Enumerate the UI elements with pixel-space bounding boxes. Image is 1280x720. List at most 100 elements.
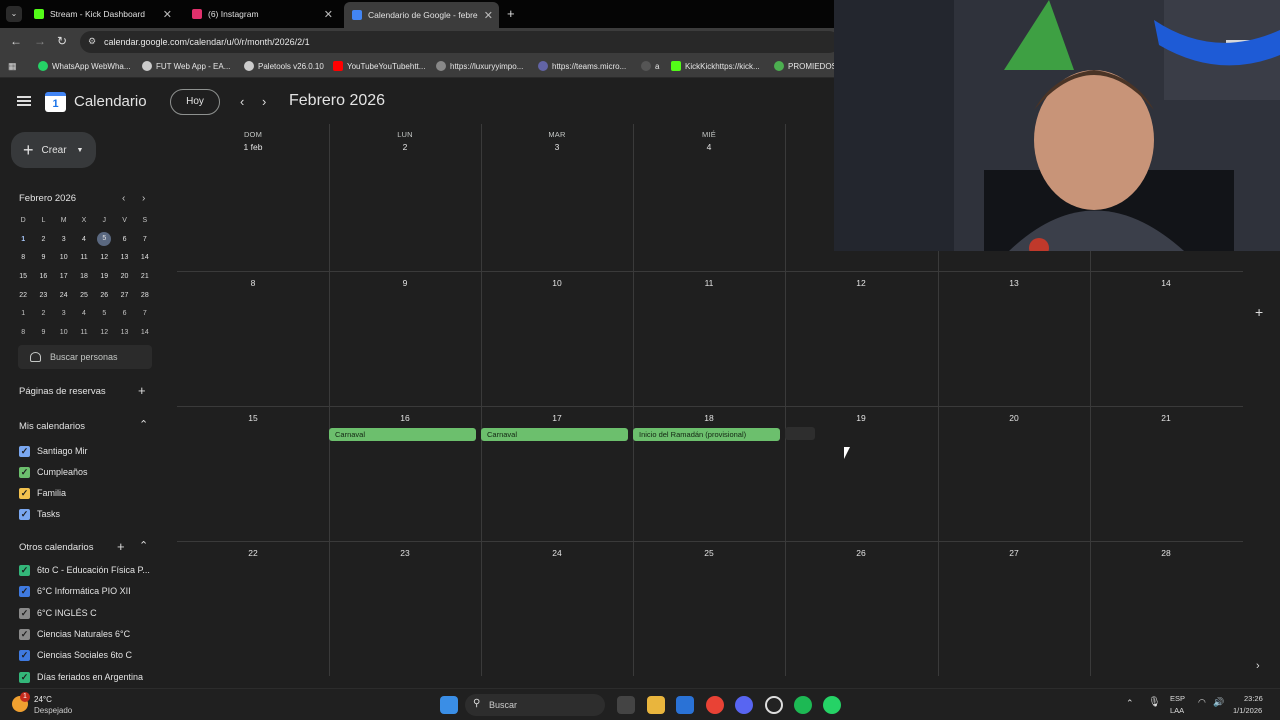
mini-day[interactable]: 14	[135, 254, 155, 261]
day-number[interactable]: 3	[481, 142, 633, 152]
mini-day[interactable]: 28	[135, 292, 155, 299]
day-number[interactable]: 11	[633, 278, 785, 288]
url-bar[interactable]: ⚙ calendar.google.com/calendar/u/0/r/mon…	[80, 31, 840, 53]
site-info-icon[interactable]: ⚙	[88, 36, 96, 47]
task-view-icon[interactable]	[617, 696, 635, 714]
checkbox-checked-icon[interactable]: ✓	[19, 649, 30, 661]
today-button[interactable]: Hoy	[170, 89, 220, 115]
calendar-item-informatica[interactable]: ✓ 6°C Informática PIO XII	[19, 583, 131, 599]
mini-day[interactable]: 26	[94, 292, 114, 299]
mini-day[interactable]: 25	[74, 292, 94, 299]
mini-day[interactable]: 12	[94, 329, 114, 336]
day-number[interactable]: 2	[329, 142, 481, 152]
mini-day[interactable]: 4	[74, 310, 94, 317]
close-tab-icon[interactable]: ✕	[163, 8, 172, 21]
day-number[interactable]: 20	[938, 413, 1090, 423]
day-number[interactable]: 15	[177, 413, 329, 423]
chevron-up-icon[interactable]: ⌃	[139, 539, 148, 552]
mini-day-selected[interactable]: 5	[97, 232, 112, 247]
main-menu-icon[interactable]	[17, 96, 31, 106]
reload-icon[interactable]: ↻	[57, 34, 67, 48]
day-number[interactable]: 21	[1090, 413, 1242, 423]
mini-day[interactable]: 12	[94, 254, 114, 261]
checkbox-checked-icon[interactable]: ✓	[19, 607, 30, 619]
calendar-item-tasks[interactable]: ✓ Tasks	[19, 506, 60, 522]
clock-time[interactable]: 23:26	[1244, 694, 1263, 703]
mini-day[interactable]: 17	[54, 273, 74, 280]
apps-grid-icon[interactable]: ▦	[8, 61, 17, 72]
mini-day[interactable]: 7	[135, 310, 155, 317]
day-number[interactable]: 10	[481, 278, 633, 288]
checkbox-checked-icon[interactable]: ✓	[19, 671, 30, 683]
spotify-icon[interactable]	[794, 696, 812, 714]
mini-day[interactable]: 1	[13, 310, 33, 317]
day-number[interactable]: 23	[329, 548, 481, 558]
bookmark-paletools[interactable]: Paletools v26.0.10	[244, 61, 324, 71]
calendar-item-ingles[interactable]: ✓ 6°C INGLÉS C	[19, 605, 97, 621]
mini-day[interactable]: 10	[54, 254, 74, 261]
expand-panel-icon[interactable]: ›	[1256, 660, 1260, 672]
mini-day[interactable]: 11	[74, 254, 94, 261]
close-tab-icon[interactable]: ✕	[484, 9, 493, 22]
new-tab-icon[interactable]: +	[507, 6, 515, 21]
back-icon[interactable]: ←	[10, 34, 22, 48]
day-number[interactable]: 12	[785, 278, 937, 288]
language-bottom[interactable]: LAA	[1170, 706, 1184, 715]
event-carnaval[interactable]: Carnaval	[481, 428, 628, 441]
tab-instagram[interactable]: (6) Instagram ✕	[184, 4, 339, 24]
day-number[interactable]: 18	[633, 413, 785, 423]
mini-next-month-icon[interactable]: ›	[142, 193, 145, 204]
day-number[interactable]: 25	[633, 548, 785, 558]
mini-day[interactable]: 23	[33, 292, 53, 299]
bookmark-fut-web-app[interactable]: FUT Web App - EA...	[142, 61, 230, 71]
taskbar-search-input[interactable]: ⚲ Buscar	[465, 694, 605, 716]
mini-day[interactable]: 2	[33, 310, 53, 317]
mini-day[interactable]: 1	[13, 236, 33, 243]
whatsapp-icon[interactable]	[823, 696, 841, 714]
calendar-item-ciencias-sociales[interactable]: ✓ Ciencias Sociales 6to C	[19, 647, 132, 663]
chrome-icon[interactable]	[706, 696, 724, 714]
language-top[interactable]: ESP	[1170, 694, 1185, 703]
tab-kick-dashboard[interactable]: Stream - Kick Dashboard ✕	[26, 4, 178, 24]
mini-day[interactable]: 22	[13, 292, 33, 299]
mini-day[interactable]: 5	[94, 310, 114, 317]
file-explorer-icon[interactable]	[647, 696, 665, 714]
my-calendars-title[interactable]: Mis calendarios	[19, 421, 85, 432]
mini-day[interactable]: 9	[33, 329, 53, 336]
calendar-item-ciencias-naturales[interactable]: ✓ Ciencias Naturales 6°C	[19, 626, 130, 642]
calendar-item-feriados-argentina[interactable]: ✓ Días feriados en Argentina	[19, 669, 143, 685]
day-number[interactable]: 4	[633, 142, 785, 152]
bookmark-teams[interactable]: https://teams.micro...	[538, 61, 626, 71]
bookmark-luxury[interactable]: https://luxuryyimpo...	[436, 61, 523, 71]
day-number[interactable]: 14	[1090, 278, 1242, 288]
discord-icon[interactable]	[735, 696, 753, 714]
mini-day[interactable]: 18	[74, 273, 94, 280]
day-number[interactable]: 17	[481, 413, 633, 423]
checkbox-checked-icon[interactable]: ✓	[19, 564, 30, 576]
day-number[interactable]: 8	[177, 278, 329, 288]
day-number[interactable]: 28	[1090, 548, 1242, 558]
tray-overflow-icon[interactable]: ⌃	[1126, 698, 1134, 709]
mini-day[interactable]: 3	[54, 310, 74, 317]
store-icon[interactable]	[676, 696, 694, 714]
bookmark-youtube[interactable]: YouTubeYouTubehtt...	[333, 61, 425, 71]
checkbox-checked-icon[interactable]: ✓	[19, 487, 30, 499]
mini-day[interactable]: 6	[114, 310, 134, 317]
mini-day[interactable]: 6	[114, 236, 134, 243]
day-number[interactable]: 24	[481, 548, 633, 558]
mini-day[interactable]: 11	[74, 329, 94, 336]
forward-icon[interactable]: →	[34, 34, 46, 48]
clock-date[interactable]: 1/1/2026	[1233, 706, 1262, 715]
add-other-calendar-icon[interactable]: +	[117, 539, 125, 554]
mini-day[interactable]: 9	[33, 254, 53, 261]
create-button[interactable]: + Crear ▼	[11, 132, 96, 168]
chevron-up-icon[interactable]: ⌃	[139, 418, 148, 431]
mini-day[interactable]: 3	[54, 236, 74, 243]
day-number[interactable]: 27	[938, 548, 1090, 558]
day-number[interactable]: 16	[329, 413, 481, 423]
add-icon[interactable]: +	[1255, 304, 1263, 320]
event-ramadan[interactable]: Inicio del Ramadán (provisional)	[633, 428, 780, 441]
mini-day[interactable]: 4	[74, 236, 94, 243]
calendar-item-familia[interactable]: ✓ Familia	[19, 485, 66, 501]
day-number[interactable]: 19	[785, 413, 937, 423]
